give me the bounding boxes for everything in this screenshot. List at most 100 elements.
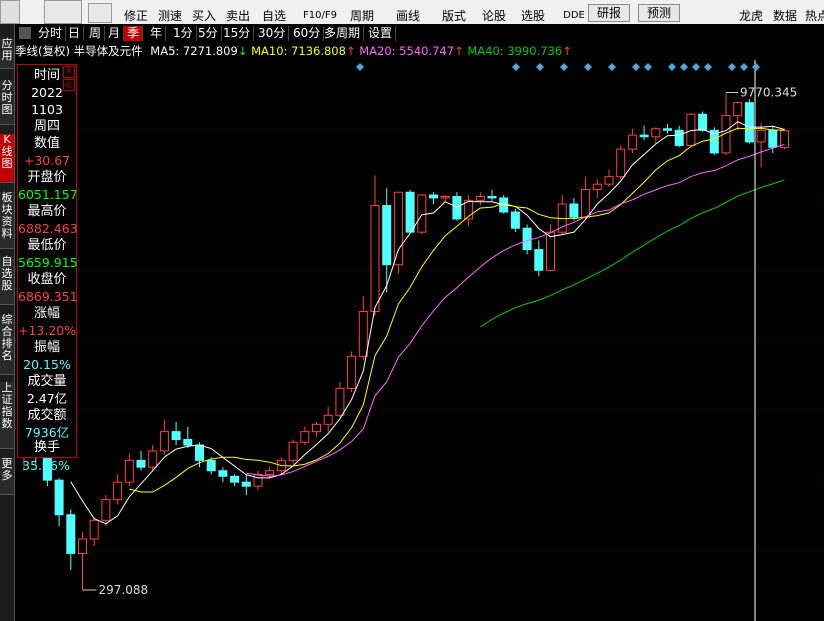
- event-marker-icon: [692, 63, 700, 71]
- candle-body: [429, 194, 438, 199]
- event-marker-icon: [752, 63, 760, 71]
- candle-body: [89, 519, 99, 540]
- event-marker-icon: [584, 63, 592, 71]
- candle-body: [148, 450, 158, 468]
- kline-chart[interactable]: 9770.345 297.088: [0, 0, 824, 621]
- close-value: 6869.351: [18, 289, 78, 304]
- low-value: 5659.915: [18, 255, 78, 270]
- ma40-line: [480, 179, 785, 328]
- volume-label: 成交量: [27, 374, 67, 389]
- event-marker-icon: [728, 63, 736, 71]
- candle-body: [159, 431, 169, 452]
- candle-body: [382, 205, 392, 266]
- event-marker-icon: [680, 63, 688, 71]
- candle-body: [756, 129, 766, 143]
- high-label: 最高价: [27, 204, 67, 219]
- candle-body: [66, 514, 76, 554]
- candle-body: [183, 438, 193, 446]
- volume-value: 2.47亿: [26, 391, 68, 406]
- candle-body: [452, 195, 462, 220]
- change-value: +13.20%: [18, 323, 77, 338]
- event-marker-icon: [608, 63, 616, 71]
- candle-body: [171, 431, 181, 440]
- candle-body: [639, 134, 649, 138]
- candle-body: [241, 481, 251, 487]
- candle-body: [487, 195, 497, 199]
- amplitude-value: 20.15%: [23, 357, 71, 372]
- candle-body: [206, 459, 216, 472]
- ma20-line: [246, 143, 785, 477]
- candle-body: [616, 148, 626, 178]
- candle-body: [253, 473, 263, 487]
- candle-body: [546, 231, 555, 271]
- amplitude-label: 振幅: [33, 340, 60, 355]
- candle-body: [768, 129, 778, 148]
- event-marker-icon: [632, 63, 640, 71]
- candle-body: [230, 475, 240, 483]
- candle-body: [78, 538, 87, 554]
- candle-body: [440, 195, 450, 199]
- candle-body: [288, 441, 298, 461]
- candle-body: [522, 227, 532, 251]
- candle-body: [101, 499, 111, 521]
- quote-info-panel: ✕ ◎ 时间 2022 1103 周四 数值 +30.67 开盘价 6051.1…: [17, 64, 78, 458]
- candle-body: [136, 459, 146, 468]
- time-label: 时间: [33, 68, 60, 83]
- candle-body: [265, 470, 275, 475]
- candle-body: [592, 183, 602, 190]
- event-marker-icon: [740, 63, 748, 71]
- open-value: 6051.157: [18, 187, 78, 202]
- turnover-label: 换手: [33, 440, 60, 455]
- candle-body: [300, 431, 310, 443]
- turnover-amount-label: 成交额: [27, 408, 67, 423]
- event-marker-icon: [704, 63, 712, 71]
- candle-body: [417, 194, 427, 233]
- min-value-label: 297.088: [99, 583, 149, 597]
- candle-body: [674, 129, 684, 146]
- candle-body: [744, 102, 754, 143]
- candle-body: [393, 191, 403, 266]
- change-label: 涨幅: [33, 306, 60, 321]
- event-marker-icon: [356, 63, 364, 71]
- candle-body: [604, 176, 614, 185]
- turnover-amount-value: 7936亿: [24, 425, 70, 440]
- weekday-value: 周四: [33, 119, 60, 134]
- candle-body: [370, 205, 380, 313]
- candle-body: [698, 113, 708, 131]
- date-value: 1103: [31, 102, 63, 117]
- max-value-label: 9770.345: [740, 86, 797, 100]
- candle-body: [124, 459, 134, 483]
- candle-body: [510, 211, 520, 229]
- candle-body: [733, 102, 743, 117]
- candle-body: [323, 414, 333, 425]
- candle-body: [312, 423, 321, 433]
- ma5-line: [70, 121, 785, 525]
- year-value: 2022: [31, 85, 63, 100]
- ma10-line: [129, 127, 785, 493]
- candle-body: [54, 479, 64, 516]
- candle-body: [218, 470, 228, 477]
- high-value: 6882.463: [18, 221, 78, 236]
- event-marker-icon: [560, 63, 568, 71]
- open-label: 开盘价: [27, 170, 67, 185]
- candle-body: [475, 195, 485, 201]
- candle-body: [569, 203, 579, 218]
- event-marker-icon: [536, 63, 544, 71]
- value-label: 数值: [33, 136, 60, 151]
- candle-body: [627, 134, 637, 150]
- close-label: 收盘价: [27, 272, 67, 287]
- candle-body: [113, 481, 123, 501]
- candle-body: [335, 387, 345, 416]
- candle-body: [347, 355, 357, 389]
- candle-body: [534, 249, 544, 271]
- candle-body: [195, 444, 204, 461]
- candle-body: [581, 188, 591, 218]
- turnover-rate-value: 35.66%: [22, 458, 70, 473]
- candle-body: [651, 128, 661, 138]
- event-marker-icon: [644, 63, 652, 71]
- candle-body: [663, 128, 672, 131]
- event-marker-icon: [668, 63, 676, 71]
- value-value: +30.67: [23, 153, 71, 168]
- event-marker-icon: [512, 63, 520, 71]
- candle-body: [358, 311, 368, 357]
